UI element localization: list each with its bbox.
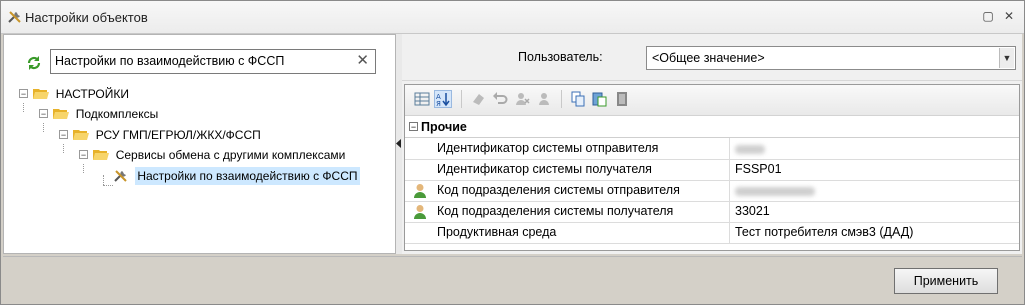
property-value[interactable]: [735, 183, 815, 197]
collapse-icon[interactable]: −: [79, 150, 88, 160]
user-label: Пользователь:: [518, 50, 603, 64]
search-input[interactable]: [55, 53, 345, 69]
apply-button[interactable]: Применить: [894, 268, 998, 294]
categorized-icon[interactable]: [413, 90, 431, 108]
tree-node-settings[interactable]: − НАСТРОЙКИ: [19, 83, 129, 103]
properties-panel: Пользователь: <Общее значение> ▼ A Я − П…: [402, 34, 1022, 254]
user-select[interactable]: <Общее значение> ▼: [646, 46, 1016, 70]
close-button[interactable]: ✕: [1002, 9, 1016, 23]
clear-search-icon[interactable]: ✕: [356, 53, 369, 69]
restore-button[interactable]: ▢: [981, 9, 995, 23]
settings-window: Настройки объектов ▢ ✕ ✕: [0, 0, 1025, 305]
property-row[interactable]: Код подразделения системы получателя 330…: [405, 201, 1019, 223]
collapse-icon[interactable]: −: [59, 130, 68, 140]
user-remove-icon[interactable]: [513, 90, 531, 108]
collapse-icon[interactable]: −: [409, 122, 418, 132]
footer-bar: Применить: [3, 256, 1022, 303]
sort-az-button[interactable]: A Я: [434, 90, 452, 108]
svg-text:Я: Я: [436, 100, 441, 107]
tree-node-fssp-settings[interactable]: Настройки по взаимодействию с ФССП: [113, 165, 360, 185]
property-name: Продуктивная среда: [437, 225, 557, 239]
category-row[interactable]: − Прочие: [405, 118, 1019, 138]
collapse-icon[interactable]: −: [39, 109, 48, 119]
refresh-icon[interactable]: [26, 55, 42, 71]
user-icon: [414, 184, 426, 198]
property-grid: A Я − Прочие Идентификатор системы отпра…: [404, 84, 1020, 251]
property-value[interactable]: Тест потребителя смэв3 (ДАД): [735, 225, 913, 239]
title-bar: Настройки объектов ▢ ✕: [1, 1, 1024, 34]
sort-az-icon: A Я: [436, 93, 450, 108]
tools-icon: [8, 11, 21, 23]
property-name: Идентификатор системы получателя: [437, 162, 652, 176]
property-row[interactable]: Идентификатор системы получателя FSSP01: [405, 159, 1019, 181]
user-icon: [414, 205, 426, 219]
user-icon[interactable]: [535, 90, 553, 108]
search-row: ✕: [4, 35, 397, 89]
settings-tree: − НАСТРОЙКИ − Подкомплексы − РСУ ГМП/ЕГР…: [4, 87, 397, 254]
folder-open-icon: [33, 89, 50, 100]
user-row: Пользователь: <Общее значение> ▼: [402, 34, 1022, 81]
tools-icon: [114, 170, 127, 182]
tree-node-subcomplexes[interactable]: − Подкомплексы: [39, 103, 158, 123]
book-icon[interactable]: [613, 90, 631, 108]
dropdown-arrow-icon[interactable]: ▼: [999, 48, 1014, 68]
property-toolbar: A Я: [405, 85, 1019, 116]
property-row[interactable]: Код подразделения системы отправителя: [405, 180, 1019, 202]
undo-icon[interactable]: [491, 90, 509, 108]
main-content: ✕ − НАСТРОЙКИ − Подкомплексы: [3, 34, 1022, 254]
copy-icon[interactable]: [569, 90, 587, 108]
property-name: Код подразделения системы получателя: [437, 204, 674, 218]
paste-icon[interactable]: [591, 90, 609, 108]
tree-node-exchange-services[interactable]: − Сервисы обмена с другими комплексами: [79, 144, 345, 164]
property-value[interactable]: [735, 141, 765, 155]
tree-node-rsu[interactable]: − РСУ ГМП/ЕГРЮЛ/ЖКХ/ФССП: [59, 124, 261, 144]
window-title: Настройки объектов: [25, 10, 148, 25]
category-label: Прочие: [421, 120, 467, 134]
folder-open-icon: [73, 130, 90, 141]
collapse-icon[interactable]: −: [19, 89, 28, 99]
folder-open-icon: [53, 109, 70, 120]
user-select-value: <Общее значение>: [652, 51, 765, 65]
folder-open-icon: [93, 150, 110, 161]
property-row[interactable]: Продуктивная среда Тест потребителя смэв…: [405, 222, 1019, 244]
property-value[interactable]: 33021: [735, 204, 770, 218]
tree-panel: ✕ − НАСТРОЙКИ − Подкомплексы: [3, 34, 396, 254]
eraser-icon[interactable]: [469, 90, 487, 108]
property-row[interactable]: Идентификатор системы отправителя: [405, 138, 1019, 160]
property-value[interactable]: FSSP01: [735, 162, 782, 176]
property-name: Код подразделения системы отправителя: [437, 183, 680, 197]
property-name: Идентификатор системы отправителя: [437, 141, 659, 155]
search-box: ✕: [50, 49, 376, 74]
